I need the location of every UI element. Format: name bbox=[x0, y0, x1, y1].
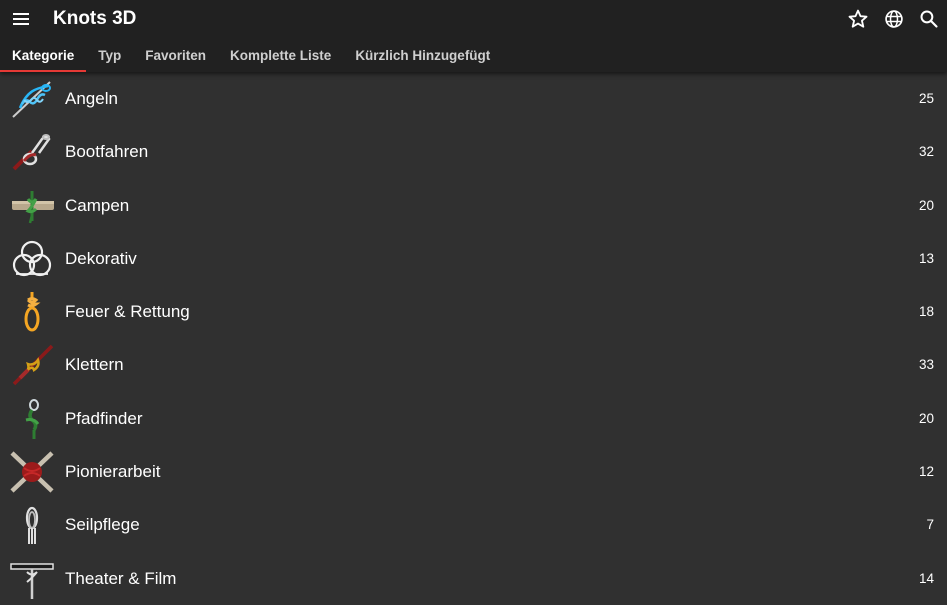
tab-bar: Kategorie Typ Favoriten Komplette Liste … bbox=[0, 38, 502, 72]
category-row-theater-film[interactable]: Theater & Film 14 bbox=[0, 552, 947, 605]
app-bar: Knots 3D Kategorie Typ Favoriten Komplet… bbox=[0, 0, 947, 72]
category-label: Pfadfinder bbox=[65, 408, 143, 428]
category-count: 32 bbox=[918, 144, 934, 160]
category-label: Campen bbox=[65, 195, 130, 215]
tab-favoriten[interactable]: Favoriten bbox=[133, 38, 218, 72]
tab-kategorie[interactable]: Kategorie bbox=[0, 38, 87, 72]
category-count: 14 bbox=[918, 570, 934, 586]
category-row-feuer-rettung[interactable]: Feuer & Rettung 18 bbox=[0, 285, 947, 338]
category-count: 18 bbox=[918, 304, 934, 320]
toolbar: Knots 3D bbox=[0, 0, 947, 38]
category-count: 7 bbox=[926, 517, 934, 533]
category-row-pfadfinder[interactable]: Pfadfinder 20 bbox=[0, 392, 947, 445]
boating-knot-icon bbox=[10, 131, 54, 173]
tab-komplette-liste[interactable]: Komplette Liste bbox=[218, 38, 343, 72]
star-icon[interactable] bbox=[846, 7, 870, 31]
category-row-klettern[interactable]: Klettern 33 bbox=[0, 338, 947, 391]
search-icon[interactable] bbox=[917, 7, 941, 31]
category-count: 13 bbox=[918, 250, 934, 266]
scouting-knot-icon bbox=[10, 398, 54, 440]
category-count: 33 bbox=[918, 357, 934, 373]
category-label: Theater & Film bbox=[65, 568, 177, 588]
climbing-knot-icon bbox=[10, 344, 54, 386]
theater-knot-icon bbox=[10, 558, 54, 600]
category-count: 20 bbox=[918, 197, 934, 213]
category-label: Bootfahren bbox=[65, 142, 149, 162]
tab-kuerzlich-hinzugefuegt[interactable]: Kürzlich Hinzugefügt bbox=[343, 38, 502, 72]
pioneering-knot-icon bbox=[10, 451, 54, 493]
app-title: Knots 3D bbox=[53, 8, 137, 29]
category-row-angeln[interactable]: Angeln 25 bbox=[0, 72, 947, 125]
category-label: Angeln bbox=[65, 89, 118, 108]
category-count: 12 bbox=[918, 464, 934, 480]
globe-icon[interactable] bbox=[882, 7, 906, 31]
category-label: Dekorativ bbox=[65, 248, 137, 268]
category-label: Klettern bbox=[65, 355, 124, 375]
category-row-seilpflege[interactable]: Seilpflege 7 bbox=[0, 498, 947, 551]
category-label: Pionierarbeit bbox=[65, 462, 161, 482]
category-row-bootfahren[interactable]: Bootfahren 32 bbox=[0, 125, 947, 178]
rope-care-icon bbox=[10, 504, 54, 546]
camping-knot-icon bbox=[10, 185, 54, 227]
category-label: Feuer & Rettung bbox=[65, 302, 190, 322]
category-label: Seilpflege bbox=[65, 515, 140, 535]
fishing-knot-icon bbox=[10, 78, 54, 120]
category-row-campen[interactable]: Campen 20 bbox=[0, 179, 947, 232]
category-count: 25 bbox=[918, 91, 934, 106]
tab-typ[interactable]: Typ bbox=[86, 38, 133, 72]
category-row-dekorativ[interactable]: Dekorativ 13 bbox=[0, 232, 947, 285]
category-count: 20 bbox=[918, 410, 934, 426]
category-row-pionierarbeit[interactable]: Pionierarbeit 12 bbox=[0, 445, 947, 498]
menu-icon[interactable] bbox=[9, 7, 33, 31]
rescue-knot-icon bbox=[10, 291, 54, 333]
category-list: Angeln 25 Bootfahren 32 Campen 20 Dekora… bbox=[0, 72, 947, 605]
decorative-knot-icon bbox=[10, 238, 54, 280]
